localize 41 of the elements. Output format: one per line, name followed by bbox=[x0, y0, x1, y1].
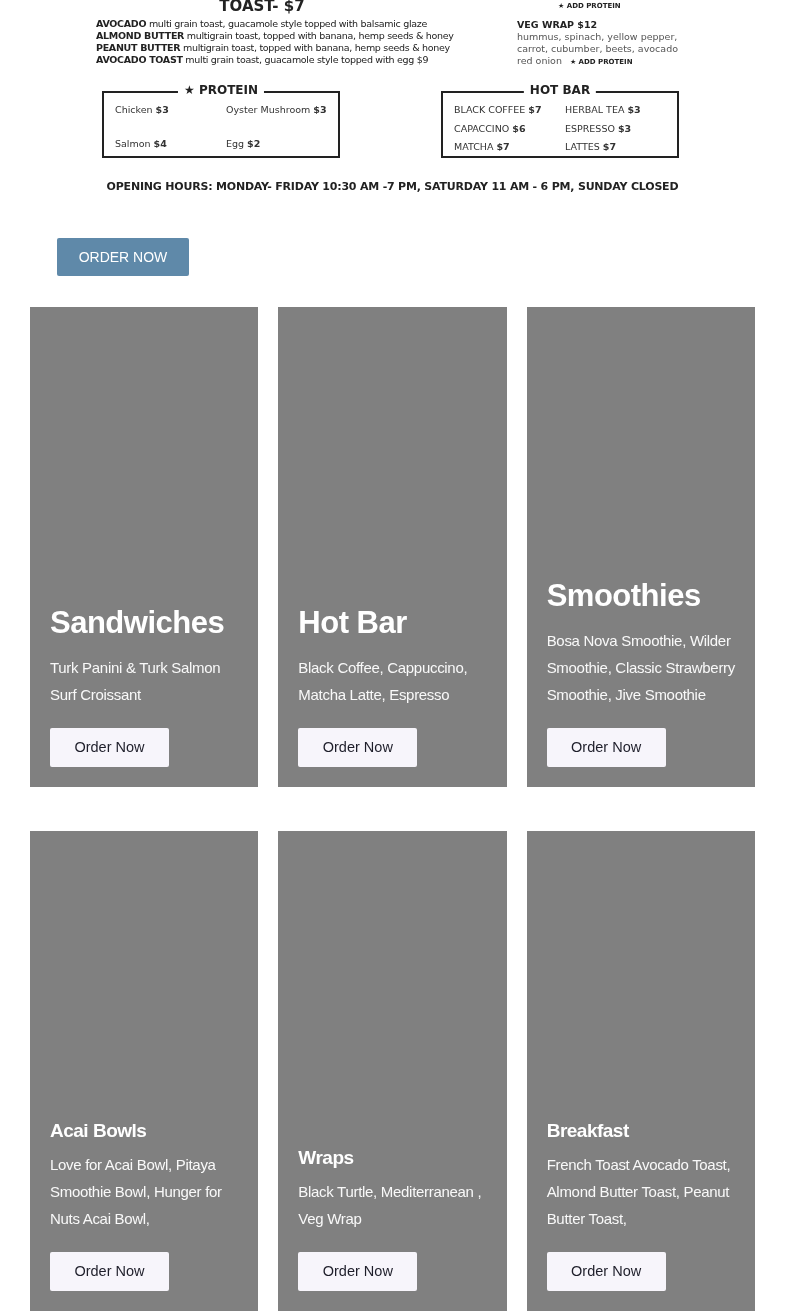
menu-item-name: VEG WRAP $12 bbox=[517, 19, 599, 31]
menu-item-text: MATCHA $7 bbox=[454, 140, 511, 155]
menu-item-text: carrot, cubumber, beets, avocado bbox=[517, 43, 678, 55]
order-now-button[interactable]: Order Now bbox=[298, 728, 418, 767]
menu-item-text: HERBAL TEA $3 bbox=[565, 103, 642, 117]
menu-item-text: Oyster Mushroom $3 bbox=[226, 103, 327, 117]
card-description: Black Turtle, Mediterranean , Veg Wrap bbox=[298, 1182, 483, 1229]
card-title: Wraps bbox=[298, 1146, 355, 1170]
menu-item-text: ALMOND BUTTER multigrain toast, topped with banana, hemp seeds & honey bbox=[96, 30, 454, 42]
card-description: Black Coffee, Cappuccino, Matcha Latte, Espresso bbox=[298, 658, 469, 705]
card-description: Turk Panini & Turk Salmon Surf Croissant bbox=[50, 658, 222, 705]
menu-item-text: BLACK COFFEE $7 bbox=[454, 103, 543, 117]
menu-item-text: Egg $2 bbox=[226, 136, 262, 151]
menu-item-text: PEANUT BUTTER multigrain toast, topped with banana, hemp seeds & honey bbox=[96, 42, 451, 54]
order-now-button[interactable]: Order Now bbox=[298, 1252, 418, 1291]
order-now-button[interactable]: ORDER NOW bbox=[57, 238, 189, 277]
card-title: Breakfast bbox=[546, 1119, 630, 1143]
menu-item-text: AVOCADO multi grain toast, guacamole style topped with balsamic glaze bbox=[96, 18, 429, 30]
card-description: French Toast Avocado Toast, Almond Butter Toast, Peanut Butter Toast, bbox=[546, 1155, 732, 1229]
box-heading: ★ PROTEIN bbox=[177, 83, 265, 97]
menu-item-text: AVOCADO TOAST multi grain toast, guacamole style topped with egg $9 bbox=[96, 54, 430, 66]
menu-item-text: LATTES $7 bbox=[565, 140, 617, 155]
menu-item-text: red onion bbox=[517, 55, 562, 67]
menu-heading: TOAST- $7 bbox=[218, 0, 306, 16]
order-now-button[interactable]: Order Now bbox=[546, 728, 666, 767]
menu-item-text: ESPRESSO $3 bbox=[565, 121, 633, 136]
opening-hours-text: OPENING HOURS: MONDAY- FRIDAY 10:30 AM -7 PM, SATURDAY 11 AM - 6 PM, SUNDAY CLOSED bbox=[105, 179, 680, 195]
order-now-button[interactable]: Order Now bbox=[50, 1252, 169, 1291]
card-title: Hot Bar bbox=[298, 605, 408, 641]
menu-item-text: Salmon $4 bbox=[115, 136, 168, 151]
box-heading: HOT BAR bbox=[523, 83, 597, 97]
menu-item-text: CAPACCINO $6 bbox=[454, 121, 527, 136]
menu-item-text: hummus, spinach, yellow pepper, bbox=[517, 31, 678, 43]
card-title: Acai Bowls bbox=[50, 1119, 148, 1143]
card-title: Smoothies bbox=[546, 578, 702, 614]
menu-item-text: Chicken $3 bbox=[115, 103, 170, 117]
order-now-button[interactable]: Order Now bbox=[50, 728, 169, 767]
order-now-button[interactable]: Order Now bbox=[546, 1252, 666, 1291]
card-description: Love for Acai Bowl, Pitaya Smoothie Bowl, Hunger for Nuts Acai Bowl, bbox=[50, 1155, 223, 1229]
card-title: Sandwiches bbox=[50, 605, 226, 641]
card-description: Bosa Nova Smoothie, Wilder Smoothie, Classic Strawberry Smoothie, Jive Smoothie bbox=[546, 631, 735, 705]
